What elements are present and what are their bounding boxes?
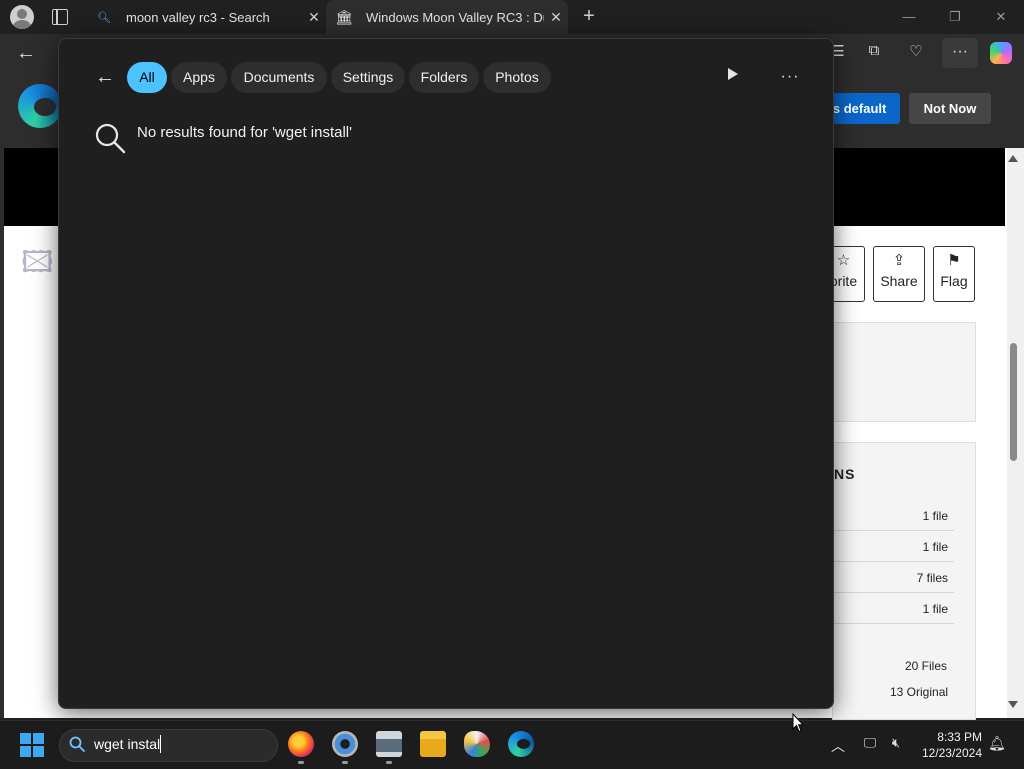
edge-logo-icon [18,84,62,128]
search-icon [69,736,85,752]
settings-more-icon[interactable]: ··· [942,38,978,68]
scrollbar-thumb[interactable] [1010,343,1017,461]
profile-avatar-icon[interactable] [10,5,34,29]
mouse-cursor-icon [792,713,804,733]
download-row[interactable]: 1 file [834,500,954,531]
share-button[interactable]: ⇪ Share [873,246,925,302]
download-count: 1 file [922,540,948,554]
back-arrow-icon[interactable]: ← [16,42,36,65]
archive-building-icon: 🏛︎ [335,8,353,25]
filter-settings[interactable]: Settings [331,62,405,93]
original-files-link[interactable]: 13 Original [890,685,948,699]
tab-title: moon valley rc3 - Search [126,9,270,25]
share-label: Share [880,273,918,289]
chevron-up-icon[interactable]: ︿ [831,736,845,756]
scroll-down-icon[interactable] [1008,701,1018,708]
edge-icon[interactable] [508,731,534,757]
flag-icon: ⚑ [947,252,961,269]
file-explorer-icon[interactable] [420,731,446,757]
download-count: 1 file [922,602,948,616]
tab-archive[interactable]: 🏛︎ Windows Moon Valley RC3 : Dum ✕ [326,0,568,34]
bing-search-icon: 🔍︎ [97,11,111,24]
printer-icon[interactable] [376,731,402,764]
search-icon [95,123,126,154]
download-row[interactable]: 7 files [834,562,954,593]
notification-bell-icon[interactable]: 🔔︎ [988,735,1006,753]
taskbar-search-input[interactable]: wget instal [94,736,160,752]
page-frame [0,148,4,718]
image-placeholder-icon: 🖾︎ [21,246,54,279]
download-row[interactable]: 1 file [834,531,954,562]
play-icon[interactable] [728,68,738,80]
tab-title: Windows Moon Valley RC3 : Dum [366,9,544,25]
back-arrow-icon[interactable]: ← [94,66,116,88]
windows-start-icon[interactable] [20,733,44,757]
taskbar-search-box[interactable] [59,729,278,762]
minimize-icon[interactable]: — [886,0,932,34]
filter-folders[interactable]: Folders [409,62,479,93]
download-row[interactable]: 1 file [834,593,954,624]
filter-all[interactable]: All [127,62,167,93]
copilot-icon[interactable] [990,42,1012,64]
settings-gear-icon[interactable] [332,731,358,764]
scroll-up-icon[interactable] [1008,155,1018,162]
filter-documents[interactable]: Documents [231,62,327,93]
download-count: 7 files [916,571,948,585]
total-files-link[interactable]: 20 Files [905,659,947,673]
window-close-icon[interactable]: ✕ [978,0,1024,34]
filter-photos[interactable]: Photos [483,62,551,93]
paint-icon[interactable] [464,731,490,757]
not-now-button[interactable]: Not Now [909,93,991,124]
collections-icon[interactable]: ⧉ [862,42,886,64]
download-count: 1 file [922,509,948,523]
more-options-icon[interactable]: ··· [778,66,802,88]
restore-icon[interactable]: ❐ [932,0,978,34]
flag-button[interactable]: ⚑ Flag [933,246,975,302]
tab-search[interactable]: 🔍︎ moon valley rc3 - Search ✕ [86,0,326,34]
flag-label: Flag [940,273,968,289]
no-results-message: No results found for 'wget install' [137,124,352,141]
browser-essentials-icon[interactable]: ♡ [904,42,928,64]
downloads-title: NS [834,466,856,482]
tab-actions-icon[interactable] [52,9,68,25]
share-icon: ⇪ [892,252,906,269]
filter-apps[interactable]: Apps [171,62,227,93]
tab-close-icon[interactable]: ✕ [544,9,568,26]
tab-close-icon[interactable]: ✕ [302,9,326,26]
volume-muted-icon[interactable]: 🔇︎ [886,735,906,753]
new-tab-button[interactable]: + [577,4,601,28]
clock-time[interactable]: 8:33 PM [918,730,982,744]
text-caret [160,735,161,753]
clock-date[interactable]: 12/23/2024 [912,746,982,760]
info-panel [832,322,976,422]
network-icon[interactable]: 🖵︎ [860,735,880,753]
firefox-icon[interactable] [288,731,314,764]
